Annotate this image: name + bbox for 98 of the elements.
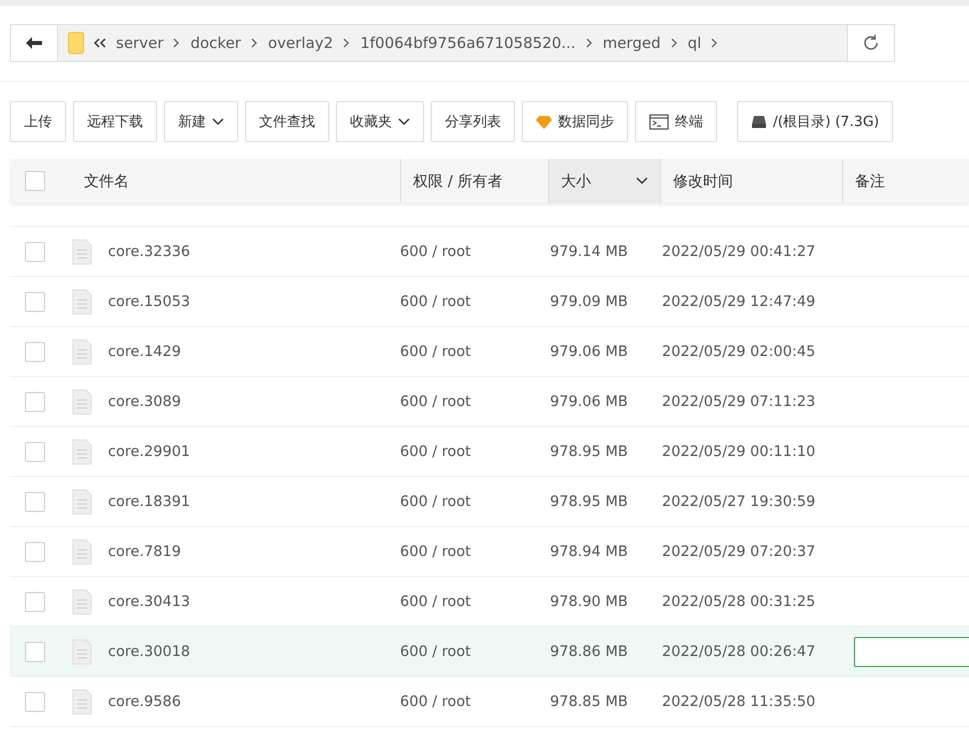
file-name: core.1429 xyxy=(108,344,182,360)
modified-time-cell-text: 2022/05/28 00:26:47 xyxy=(662,644,816,660)
permission-cell-text: 600 / root xyxy=(400,594,472,610)
row-checkbox[interactable] xyxy=(25,642,45,662)
disk-icon xyxy=(751,114,767,128)
size-cell-text: 978.85 MB xyxy=(550,694,629,710)
select-all-checkbox[interactable] xyxy=(25,171,45,191)
size-cell-text: 979.14 MB xyxy=(550,244,629,260)
permission-cell-text: 600 / root xyxy=(400,344,472,360)
permission-cell-text: 600 / root xyxy=(400,694,472,710)
toolbar-button[interactable]: /(根目录) (7.3G) xyxy=(737,101,894,142)
row-checkbox[interactable] xyxy=(25,342,45,362)
modified-time-cell-text: 2022/05/28 00:31:25 xyxy=(662,594,816,610)
file-icon xyxy=(72,338,92,364)
file-name: core.29901 xyxy=(108,444,192,460)
refresh-icon xyxy=(862,34,880,52)
row-checkbox[interactable] xyxy=(25,542,45,562)
row-checkbox[interactable] xyxy=(25,592,45,612)
modified-time-cell-text: 2022/05/29 12:47:49 xyxy=(662,294,816,310)
row-checkbox[interactable] xyxy=(25,242,45,262)
chevron-right-icon xyxy=(250,38,258,48)
chevron-right-icon xyxy=(343,38,350,48)
chevron-down-icon xyxy=(636,177,648,185)
note-input-field[interactable] xyxy=(854,636,969,666)
breadcrumb-link[interactable]: 1f0064bf9756a671058520... xyxy=(360,34,576,52)
permission-cell-text: 600 / root xyxy=(400,394,472,410)
permission-cell-text: 600 / root xyxy=(400,494,472,510)
file-name: core.9586 xyxy=(108,694,182,710)
row-checkbox[interactable] xyxy=(25,492,45,512)
breadcrumb-link[interactable]: ql xyxy=(688,34,702,52)
file-icon xyxy=(72,538,92,564)
diamond-icon xyxy=(536,114,552,128)
file-icon xyxy=(72,488,92,514)
file-name: core.30413 xyxy=(108,594,192,610)
folder-icon xyxy=(68,32,84,54)
file-icon xyxy=(72,688,92,714)
row-checkbox[interactable] xyxy=(25,442,45,462)
file-name: core.32336 xyxy=(108,244,192,260)
modified-time-cell-text: 2022/05/27 19:30:59 xyxy=(662,494,816,510)
file-icon xyxy=(72,588,92,614)
chevron-down-icon xyxy=(398,118,410,126)
modified-time-cell-text: 2022/05/28 11:35:50 xyxy=(662,694,816,710)
breadcrumb-link[interactable]: server xyxy=(116,34,164,52)
file-name: core.30018 xyxy=(108,644,192,660)
file-name: core.3089 xyxy=(108,394,182,410)
chevron-down-icon xyxy=(212,118,224,126)
permission-cell-text: 600 / root xyxy=(400,444,472,460)
file-name: core.15053 xyxy=(108,294,192,310)
chevron-right-icon xyxy=(670,38,678,48)
breadcrumb-link[interactable]: merged xyxy=(602,34,661,52)
size-cell-text: 979.09 MB xyxy=(550,294,629,310)
modified-time-cell-text: 2022/05/29 02:00:45 xyxy=(662,344,816,360)
file-icon xyxy=(72,438,92,464)
column-header[interactable]: 文件名 xyxy=(72,159,400,203)
modified-time-cell-text: 2022/05/29 07:20:37 xyxy=(662,544,816,560)
toolbar-button[interactable]: 分享列表 xyxy=(431,101,515,142)
permission-cell-text: 600 / root xyxy=(400,544,472,560)
size-cell-text: 978.86 MB xyxy=(550,644,629,660)
column-header[interactable]: 大小 xyxy=(548,159,660,203)
permission-cell-text: 600 / root xyxy=(400,294,472,310)
column-header[interactable]: 修改时间 xyxy=(660,159,842,203)
chevron-right-icon xyxy=(711,38,718,48)
size-cell-text: 979.06 MB xyxy=(550,344,629,360)
file-row[interactable]: core.30018 600 / root 978.86 MB 2022/05/28 00:26:47 xyxy=(10,627,969,677)
file-icon xyxy=(72,288,92,314)
size-cell-text: 978.90 MB xyxy=(550,594,629,610)
row-checkbox[interactable] xyxy=(25,292,45,312)
size-cell-text: 978.95 MB xyxy=(550,444,629,460)
modified-time-cell-text: 2022/05/29 00:11:10 xyxy=(662,444,816,460)
chevron-right-icon xyxy=(173,38,180,48)
size-cell-text: 979.06 MB xyxy=(550,394,629,410)
toolbar-button[interactable]: 新建 xyxy=(164,101,238,142)
breadcrumb-link[interactable]: docker xyxy=(190,34,241,52)
arrow-left-icon xyxy=(26,37,42,49)
terminal-icon xyxy=(649,114,669,130)
size-cell-text: 978.94 MB xyxy=(550,544,629,560)
permission-cell-text: 600 / root xyxy=(400,244,472,260)
file-icon xyxy=(72,388,92,414)
permission-cell-text: 600 / root xyxy=(400,644,472,660)
file-name: core.7819 xyxy=(108,544,182,560)
toolbar-button[interactable]: 数据同步 xyxy=(522,101,628,142)
double-chevron-left-icon xyxy=(94,38,106,48)
chevron-right-icon xyxy=(586,38,593,48)
toolbar-button[interactable]: 文件查找 xyxy=(245,101,329,142)
toolbar-button[interactable]: 远程下载 xyxy=(73,101,157,142)
toolbar-button[interactable]: 终端 xyxy=(635,101,717,142)
row-checkbox[interactable] xyxy=(25,692,45,712)
file-icon xyxy=(72,238,92,264)
toolbar-button[interactable]: 上传 xyxy=(10,101,66,142)
breadcrumb-link[interactable]: overlay2 xyxy=(268,34,334,52)
file-name: core.18391 xyxy=(108,494,192,510)
modified-time-cell-text: 2022/05/29 00:41:27 xyxy=(662,244,816,260)
toolbar-button[interactable]: 收藏夹 xyxy=(336,101,424,142)
modified-time-cell-text: 2022/05/29 07:11:23 xyxy=(662,394,816,410)
row-checkbox[interactable] xyxy=(25,392,45,412)
column-header[interactable]: 备注 xyxy=(842,159,969,203)
file-icon xyxy=(72,638,92,664)
size-cell-text: 978.95 MB xyxy=(550,494,629,510)
